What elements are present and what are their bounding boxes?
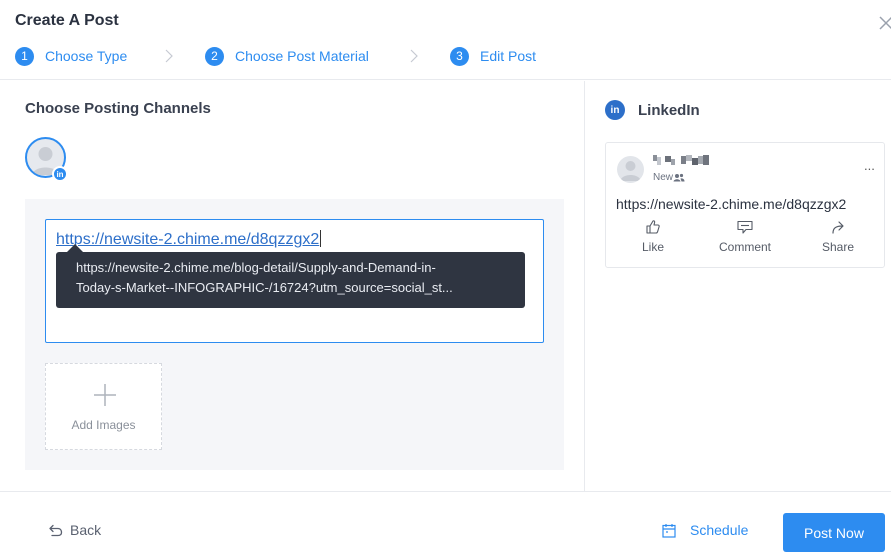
audience-text: New xyxy=(653,172,674,183)
thumbs-up-icon xyxy=(646,220,660,234)
linkedin-icon: in xyxy=(605,100,625,120)
preview-post-text: https://newsite-2.chime.me/d8qzzgx2 xyxy=(616,196,847,212)
dialog-title: Create A Post xyxy=(15,12,119,29)
step-label: Choose Type xyxy=(45,48,128,64)
step-number: 2 xyxy=(205,46,224,66)
text-caret xyxy=(320,230,322,247)
preview-channel-name: LinkedIn xyxy=(638,101,700,119)
preview-actions: Like Comment Share xyxy=(606,219,886,259)
tooltip-line: https://newsite-2.chime.me/blog-detail/S… xyxy=(76,260,436,275)
post-url-link[interactable]: https://newsite-2.chime.me/d8qzzgx2 xyxy=(56,231,319,248)
action-label: Share xyxy=(821,240,855,254)
schedule-label: Schedule xyxy=(690,522,749,538)
step-number: 1 xyxy=(15,46,34,66)
step-edit-post[interactable]: 3 Edit Post xyxy=(450,45,536,67)
preview-section: in LinkedIn New ... https://newsite-2.ch… xyxy=(585,81,891,491)
step-choose-post-material[interactable]: 2 Choose Post Material xyxy=(205,45,369,67)
action-label: Comment xyxy=(718,240,771,254)
people-icon xyxy=(673,173,685,182)
chevron-right-icon xyxy=(410,49,418,63)
preview-title: in LinkedIn xyxy=(605,100,700,120)
close-icon[interactable] xyxy=(876,13,891,33)
back-label: Back xyxy=(70,522,102,538)
add-images-label: Add Images xyxy=(71,418,136,432)
audience-label: New xyxy=(653,172,685,183)
add-images-button[interactable]: Add Images xyxy=(45,363,162,450)
editor-section: Choose Posting Channels in https://newsi… xyxy=(0,81,584,491)
footer-divider xyxy=(0,491,891,492)
tooltip-arrow xyxy=(67,244,83,252)
like-action[interactable]: Like xyxy=(618,219,688,254)
user-placeholder-icon xyxy=(620,161,641,181)
linkedin-post-preview: New ... https://newsite-2.chime.me/d8qzz… xyxy=(605,142,885,268)
share-action[interactable]: Share xyxy=(803,219,873,254)
url-tooltip: https://newsite-2.chime.me/blog-detail/S… xyxy=(56,252,525,308)
calendar-icon xyxy=(662,523,676,538)
step-number: 3 xyxy=(450,46,469,66)
avatar xyxy=(617,156,644,183)
section-title: Choose Posting Channels xyxy=(25,100,211,117)
chevron-right-icon xyxy=(165,49,173,63)
more-options-button[interactable]: ... xyxy=(864,158,875,173)
step-choose-type[interactable]: 1 Choose Type xyxy=(15,45,127,67)
tooltip-line: Today-s-Market--INFOGRAPHIC-/16724?utm_s… xyxy=(76,280,453,295)
dialog-header: Create A Post 1 Choose Type 2 Choose Pos… xyxy=(0,0,891,80)
comment-action[interactable]: Comment xyxy=(710,219,780,254)
schedule-button[interactable]: Schedule xyxy=(662,522,748,538)
channel-avatar[interactable]: in xyxy=(25,137,68,182)
step-label: Edit Post xyxy=(480,48,537,64)
action-label: Like xyxy=(641,240,664,254)
step-label: Choose Post Material xyxy=(235,48,369,64)
back-arrow-icon xyxy=(49,524,63,536)
back-button[interactable]: Back xyxy=(48,522,101,538)
comment-icon xyxy=(737,220,753,234)
create-post-dialog: Create A Post 1 Choose Type 2 Choose Pos… xyxy=(0,0,891,558)
linkedin-badge-icon: in xyxy=(52,166,68,182)
post-content-panel: https://newsite-2.chime.me/d8qzzgx2 http… xyxy=(25,199,564,470)
post-now-button[interactable]: Post Now xyxy=(783,513,885,552)
plus-icon xyxy=(94,384,116,406)
share-icon xyxy=(832,221,844,234)
blurred-name xyxy=(653,155,709,165)
